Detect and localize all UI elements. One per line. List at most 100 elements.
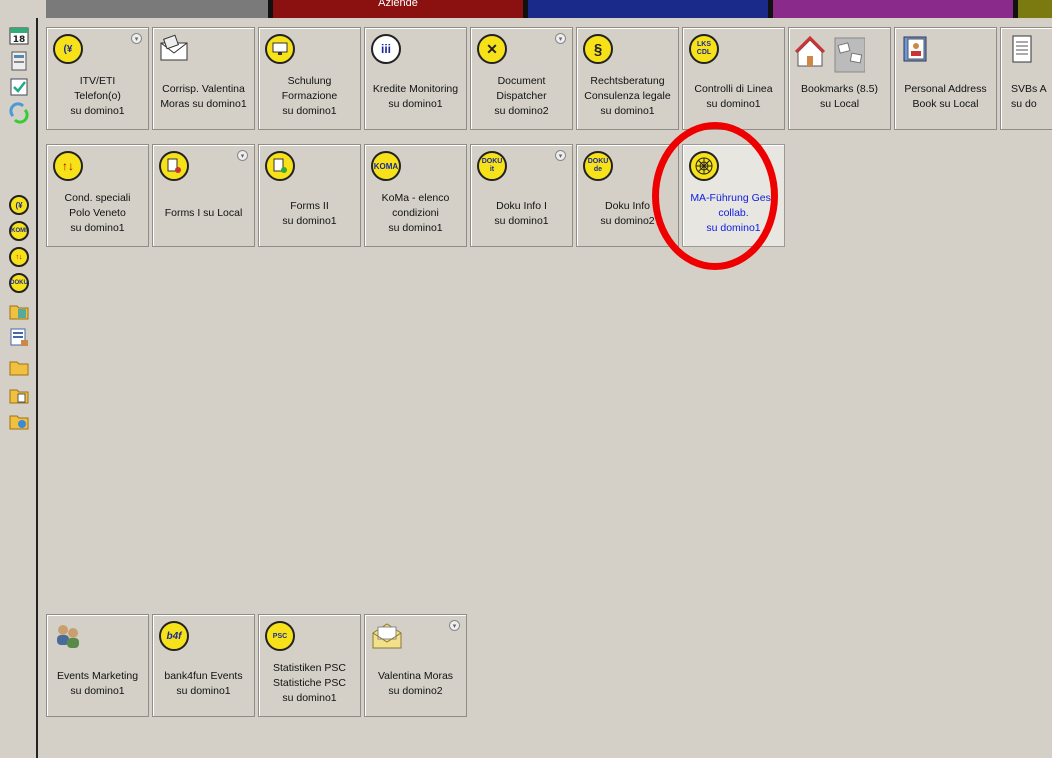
tile-valentina-moras[interactable]: ▾ Valentina Moras su domino2 xyxy=(364,614,467,717)
forms-icon xyxy=(159,151,189,181)
replicate-icon[interactable] xyxy=(8,102,30,124)
mail-open-icon xyxy=(371,621,402,651)
koma-icon[interactable]: KOMI xyxy=(8,220,30,242)
top-tab-4[interactable] xyxy=(773,0,1013,18)
tile-label: Telefon(o) xyxy=(74,90,121,102)
tile-label: Moras su domino1 xyxy=(160,97,247,110)
tile-label: Cond. speciali xyxy=(64,192,131,204)
tile-label: su domino1 xyxy=(282,105,337,117)
tile-label: su domino1 xyxy=(70,684,125,697)
lks-icon: LKS CDL xyxy=(689,34,719,64)
cond-icon[interactable]: ↑↓ xyxy=(8,246,30,268)
folder-web-icon[interactable] xyxy=(8,410,30,432)
cond-icon: ↑↓ xyxy=(53,151,83,181)
calendar-icon[interactable]: 18 xyxy=(8,24,30,46)
folder-doc-icon[interactable] xyxy=(8,384,30,406)
tile-label: su domino1 xyxy=(706,97,761,110)
todo-icon[interactable] xyxy=(8,76,30,98)
forms2-icon xyxy=(265,151,295,181)
tile-corrisp-valentina[interactable]: Corrisp. Valentina Moras su domino1 xyxy=(152,27,255,130)
tile-label: su domino1 xyxy=(706,222,761,234)
people-icon xyxy=(53,621,83,651)
tile-label: Controlli di Linea xyxy=(694,82,773,95)
top-tab-bar: Aziende xyxy=(0,0,1052,18)
tile-label: Statistiken PSC xyxy=(273,662,346,674)
tile-controlli-di-linea[interactable]: LKS CDL Controlli di Linea su domino1 xyxy=(682,27,785,130)
tile-label: Consulenza legale xyxy=(584,90,671,102)
tile-label: su domino1 xyxy=(282,692,337,704)
tile-schulung[interactable]: Schulung Formazione su domino1 xyxy=(258,27,361,130)
notepad-icon xyxy=(1007,34,1037,64)
b4f-icon: b4f xyxy=(159,621,189,651)
folder-icon[interactable] xyxy=(8,356,30,378)
tile-bookmarks[interactable]: Bookmarks (8.5) su Local xyxy=(788,27,891,130)
svg-text:18: 18 xyxy=(13,35,26,45)
tile-doku-info[interactable]: DOKU de Doku Info su domino2 xyxy=(576,144,679,247)
tile-label: su domino2 xyxy=(388,684,443,697)
top-tab-1[interactable] xyxy=(46,0,268,18)
tile-label: Valentina Moras xyxy=(377,669,454,682)
tile-label: Forms I su Local xyxy=(164,207,243,219)
dropdown-icon[interactable]: ▾ xyxy=(449,620,460,631)
tile-cond-speciali[interactable]: ↑↓ Cond. speciali Polo Veneto su domino1 xyxy=(46,144,149,247)
address-book-icon[interactable] xyxy=(8,50,30,72)
tile-label: su domino1 xyxy=(70,222,125,234)
tile-label: Kredite Monitoring xyxy=(372,82,459,95)
tile-svbs[interactable]: SVBs A su do xyxy=(1000,27,1052,130)
dispatcher-icon: ✕ xyxy=(477,34,507,64)
tile-label: Document xyxy=(497,75,546,87)
bookmark-sidebar: 18 (¥ KOMI ↑↓ DOKU xyxy=(0,18,36,758)
envelope-icon xyxy=(159,34,189,64)
tile-label: su domino1 xyxy=(494,214,549,227)
psc-icon: PSC xyxy=(265,621,295,651)
dropdown-icon[interactable]: ▾ xyxy=(237,150,248,161)
tile-label: su domino1 xyxy=(70,105,125,117)
tile-document-dispatcher[interactable]: ✕ ▾ Document Dispatcher su domino2 xyxy=(470,27,573,130)
tile-label: Statistiche PSC xyxy=(273,677,346,689)
tile-label: Dispatcher xyxy=(496,90,547,102)
doku-de-icon: DOKU de xyxy=(583,151,613,181)
tile-personal-address-book[interactable]: Personal Address Book su Local xyxy=(894,27,997,130)
web-icon xyxy=(689,151,719,181)
tile-label: Bookmarks (8.5) xyxy=(800,82,879,95)
tile-label: Schulung xyxy=(287,75,332,87)
koma-icon: KOMA xyxy=(371,151,401,181)
tile-kredite-monitoring[interactable]: iii Kredite Monitoring su domino1 xyxy=(364,27,467,130)
tile-label: KoMa - elenco xyxy=(381,192,450,204)
top-tab-aziende[interactable]: Aziende xyxy=(273,0,523,18)
sidebar-divider xyxy=(36,18,38,758)
forms-icon[interactable] xyxy=(8,326,30,348)
tile-forms-ii[interactable]: Forms II su domino1 xyxy=(258,144,361,247)
dropdown-icon[interactable]: ▾ xyxy=(555,150,566,161)
tile-label: Events Marketing xyxy=(56,669,139,682)
tile-label: su Local xyxy=(819,97,860,110)
doku-icon[interactable]: DOKU xyxy=(8,272,30,294)
top-tab-5[interactable] xyxy=(1018,0,1052,18)
tile-label: Forms II xyxy=(290,199,329,212)
tile-bank4fun-events[interactable]: b4f bank4fun Events su domino1 xyxy=(152,614,255,717)
tile-doku-info-i[interactable]: DOKU it ▾ Doku Info I su domino1 xyxy=(470,144,573,247)
tile-ma-fuehrung[interactable]: MA-Führung Gest. collab. su domino1 xyxy=(682,144,785,247)
dropdown-icon[interactable]: ▾ xyxy=(131,33,142,44)
dropdown-icon[interactable]: ▾ xyxy=(555,33,566,44)
tile-label: SVBs A xyxy=(1011,82,1047,95)
tile-events-marketing[interactable]: Events Marketing su domino1 xyxy=(46,614,149,717)
tile-forms-i[interactable]: ▾ Forms I su Local xyxy=(152,144,255,247)
itv-icon[interactable]: (¥ xyxy=(8,194,30,216)
tile-label: su do xyxy=(1011,97,1037,110)
iii-icon: iii xyxy=(371,34,401,64)
bookmark-folder-icon[interactable] xyxy=(8,300,30,322)
tile-label: bank4fun Events xyxy=(164,669,243,682)
tile-label: su domino2 xyxy=(494,105,549,117)
top-tab-3[interactable] xyxy=(528,0,768,18)
yen-icon: (¥ xyxy=(53,34,83,64)
tile-rechtsberatung[interactable]: § Rechtsberatung Consulenza legale su domi… xyxy=(576,27,679,130)
tile-label: Formazione xyxy=(281,90,338,102)
tile-label: Doku Info xyxy=(605,199,650,212)
tile-label: Rechtsberatung xyxy=(590,75,665,87)
tile-label: Doku Info I xyxy=(496,199,547,212)
tile-statistiken-psc[interactable]: PSC Statistiken PSC Statistiche PSC su dom… xyxy=(258,614,361,717)
tile-koma[interactable]: KOMA KoMa - elenco condizioni su domino1 xyxy=(364,144,467,247)
tile-label: Corrisp. Valentina xyxy=(162,82,245,95)
tile-itv-eti[interactable]: (¥ ▾ ITV/ETI Telefon(o) su domino1 xyxy=(46,27,149,130)
